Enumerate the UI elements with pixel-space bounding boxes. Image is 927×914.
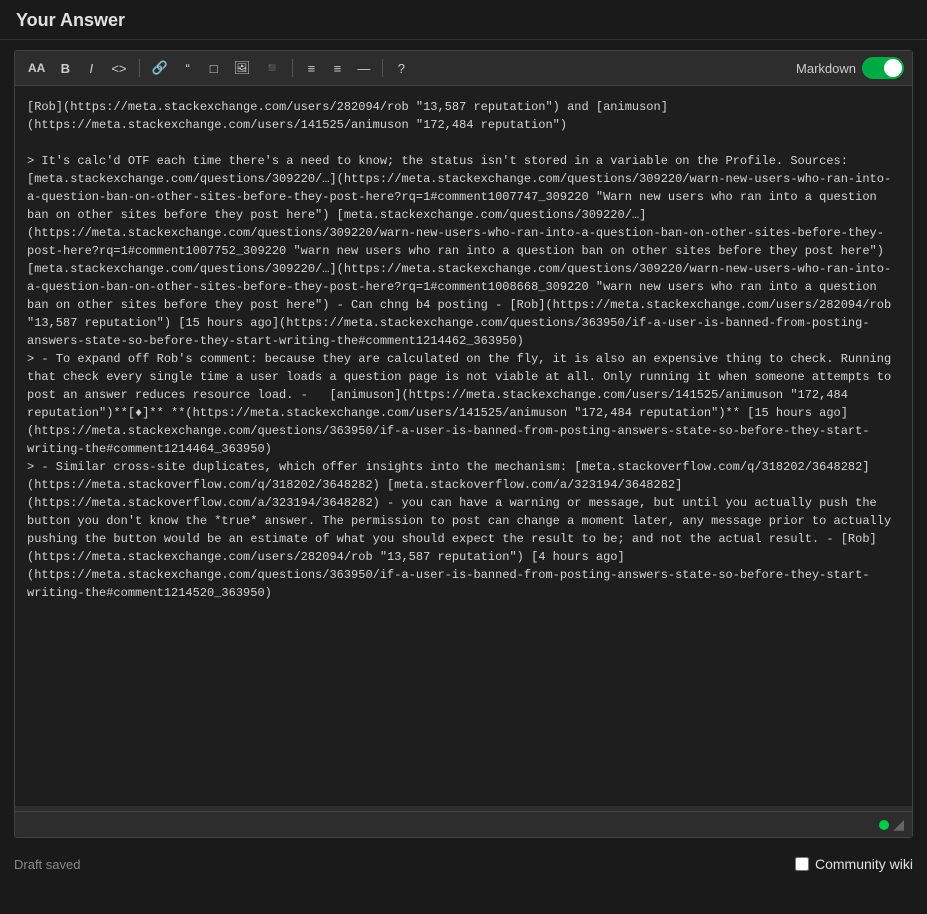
bold-icon: B xyxy=(61,61,70,76)
page-title: Your Answer xyxy=(16,10,125,30)
unordered-list-button[interactable]: ≡ xyxy=(326,57,348,79)
toolbar-separator-3 xyxy=(382,59,383,77)
resize-handle[interactable]: ◢ xyxy=(893,816,904,833)
blockquote-button[interactable]: “ xyxy=(177,57,199,79)
page-container: Your Answer AA B I <> 🔗 “ xyxy=(0,0,927,880)
your-answer-header: Your Answer xyxy=(0,0,927,40)
toolbar-separator-1 xyxy=(139,59,140,77)
image-icon: □ xyxy=(210,61,218,76)
blockquote-icon: “ xyxy=(186,61,190,76)
markdown-toggle-area: Markdown xyxy=(796,57,904,79)
code-icon: <> xyxy=(111,61,126,76)
editor-toolbar: AA B I <> 🔗 “ □ 🖼 xyxy=(15,51,912,86)
link-icon: 🔗 xyxy=(152,60,168,76)
code-button[interactable]: <> xyxy=(106,57,131,79)
editor-textarea[interactable]: [Rob](https://meta.stackexchange.com/use… xyxy=(15,86,912,806)
image-button[interactable]: □ xyxy=(203,57,225,79)
editor-container: AA B I <> 🔗 “ □ 🖼 xyxy=(14,50,913,838)
editor-bottom-bar: ◢ xyxy=(15,811,912,837)
table-button[interactable]: ◾ xyxy=(259,57,285,79)
draft-saved-label: Draft saved xyxy=(14,857,80,872)
italic-icon: I xyxy=(90,61,94,76)
help-button[interactable]: ? xyxy=(390,57,412,79)
markdown-toggle-switch[interactable] xyxy=(862,57,904,79)
status-dot xyxy=(879,820,889,830)
link-button[interactable]: 🔗 xyxy=(147,57,173,79)
community-wiki-area: Community wiki xyxy=(795,856,913,872)
italic-button[interactable]: I xyxy=(80,57,102,79)
markdown-label: Markdown xyxy=(796,61,856,76)
community-wiki-label[interactable]: Community wiki xyxy=(815,856,913,872)
ordered-list-button[interactable]: ≡ xyxy=(300,57,322,79)
horizontal-rule-icon: — xyxy=(357,61,370,76)
font-size-icon: AA xyxy=(28,61,45,75)
toolbar-separator-2 xyxy=(292,59,293,77)
horizontal-rule-button[interactable]: — xyxy=(352,57,375,79)
footer-bar: Draft saved Community wiki xyxy=(0,848,927,880)
bold-button[interactable]: B xyxy=(54,57,76,79)
font-size-button[interactable]: AA xyxy=(23,57,50,79)
table-icon: ◾ xyxy=(264,60,280,76)
help-icon: ? xyxy=(398,61,405,76)
unordered-list-icon: ≡ xyxy=(334,61,342,76)
ordered-list-icon: ≡ xyxy=(308,61,316,76)
community-wiki-checkbox[interactable] xyxy=(795,857,809,871)
photo-button[interactable]: 🖼 xyxy=(229,57,256,79)
photo-icon: 🖼 xyxy=(234,60,251,76)
